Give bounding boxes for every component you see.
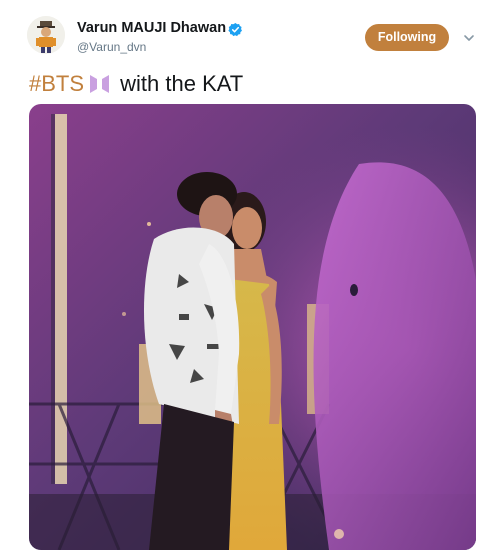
- photo-image: [29, 104, 476, 550]
- tweet-text: #BTS with the KAT: [29, 71, 243, 97]
- display-name[interactable]: Varun MAUJI Dhawan: [77, 20, 226, 36]
- tweet-header: Varun MAUJI Dhawan @Varun_dvn Following: [0, 0, 502, 64]
- tweet-card: Varun MAUJI Dhawan @Varun_dvn Following …: [0, 0, 502, 557]
- tweet-photo[interactable]: [29, 104, 476, 550]
- hashtag-link[interactable]: #BTS: [29, 71, 84, 96]
- bts-logo-emoji: [90, 75, 110, 93]
- avatar[interactable]: [27, 16, 65, 54]
- tweet-body-text: with the KAT: [114, 71, 244, 96]
- verified-badge-icon: [228, 22, 242, 37]
- user-handle[interactable]: @Varun_dvn: [77, 40, 146, 54]
- following-button[interactable]: Following: [365, 24, 449, 51]
- chevron-down-icon[interactable]: [463, 32, 475, 44]
